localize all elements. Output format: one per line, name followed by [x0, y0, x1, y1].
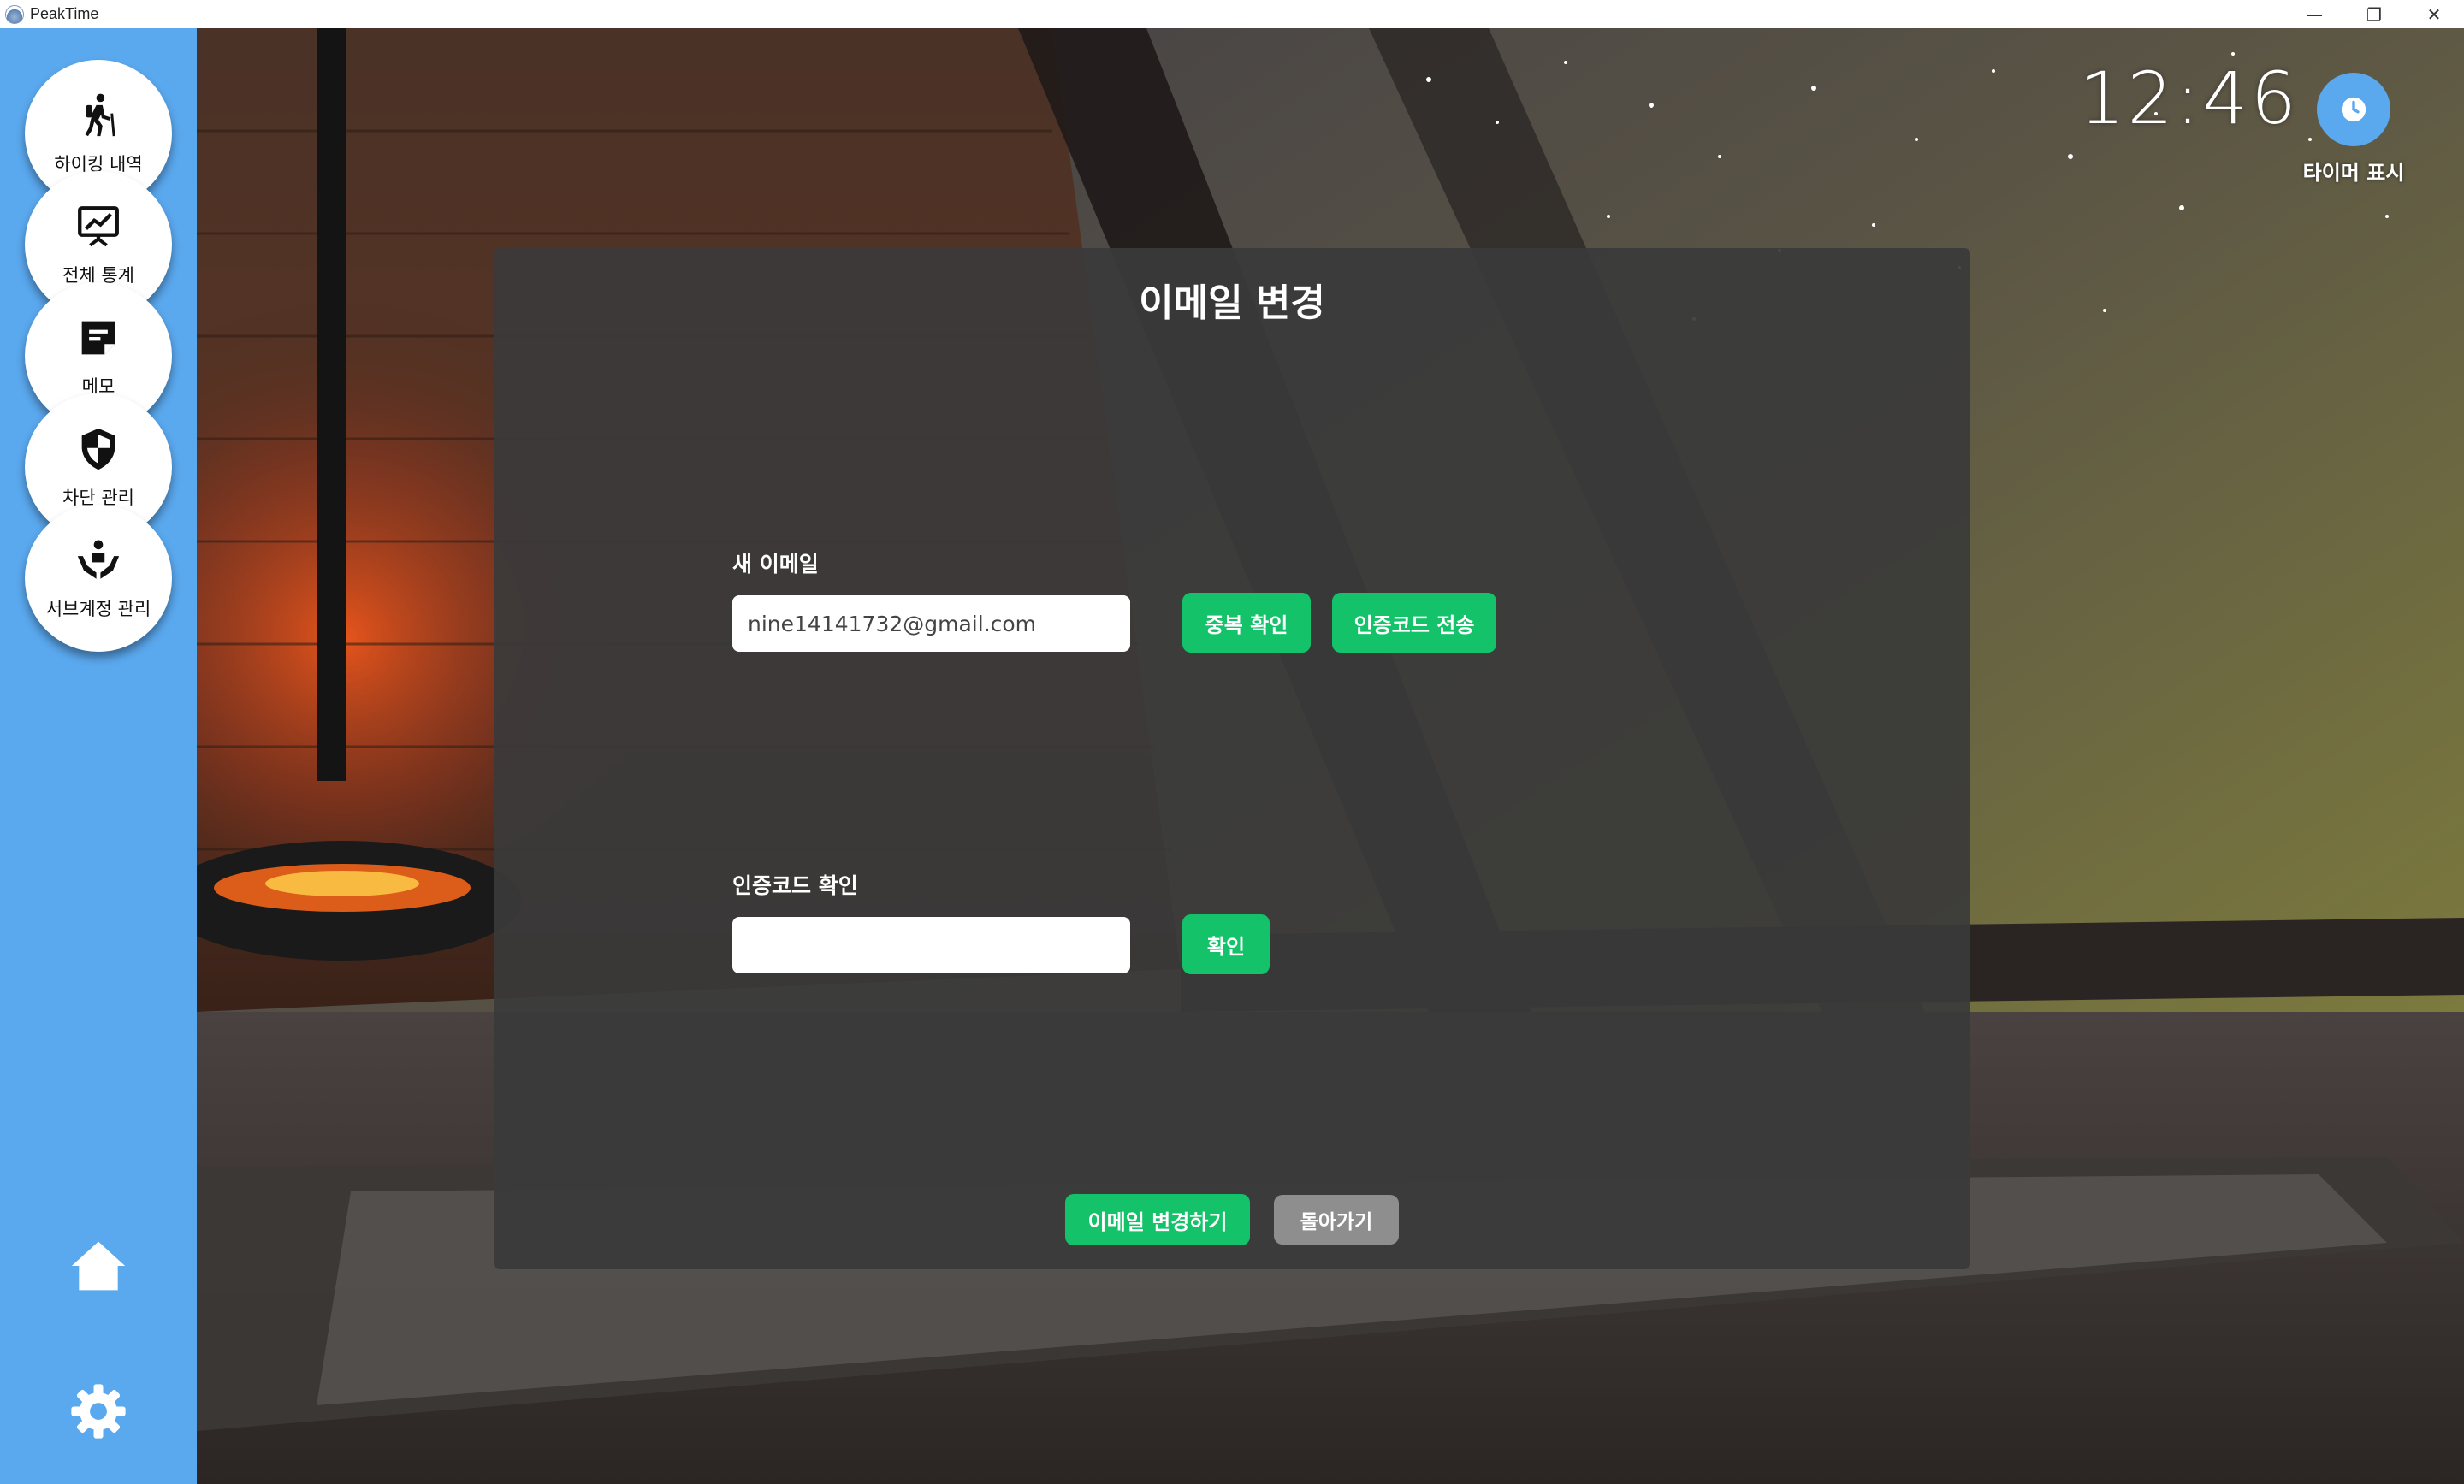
sidebar-item-sub-account[interactable]: 서브계정 관리 [25, 505, 172, 652]
sidebar-item-label: 서브계정 관리 [45, 599, 151, 619]
current-time: 12:46 [2079, 56, 2300, 140]
gear-icon [71, 1384, 126, 1439]
confirm-code-button[interactable]: 확인 [1182, 914, 1270, 974]
window-titlebar: PeakTime — ❐ ✕ [0, 0, 2464, 29]
verify-code-label: 인증코드 확인 [732, 873, 858, 898]
duplicate-check-button[interactable]: 중복 확인 [1182, 593, 1311, 653]
back-button[interactable]: 돌아가기 [1274, 1195, 1399, 1245]
verify-code-input[interactable] [732, 917, 1130, 973]
close-button[interactable]: ✕ [2404, 0, 2464, 28]
home-button[interactable] [64, 1232, 133, 1300]
new-email-label: 새 이메일 [732, 552, 819, 576]
dialog-title: 이메일 변경 [1139, 281, 1325, 325]
app-logo-icon [5, 4, 24, 24]
hiking-icon [85, 93, 116, 137]
settings-button[interactable] [64, 1377, 133, 1446]
window-title: PeakTime [30, 5, 99, 22]
window-controls: — ❐ ✕ [2284, 0, 2464, 28]
clock-icon [2341, 97, 2366, 122]
memo-icon [81, 321, 116, 355]
timer-toggle-button[interactable] [2317, 73, 2390, 146]
restore-button[interactable]: ❐ [2344, 0, 2404, 28]
sidebar: 하이킹 내역 전체 통계 메모 차단 관리 서브계정 관리 [0, 28, 197, 1484]
shield-icon [81, 428, 116, 470]
home-icon [71, 1241, 126, 1291]
statistics-board-icon [78, 206, 119, 247]
sub-account-hands-icon [77, 540, 120, 579]
send-code-button[interactable]: 인증코드 전송 [1332, 593, 1496, 653]
change-email-dialog: 이메일 변경 새 이메일 nine14141732@gmail.com 중복 확… [494, 248, 1970, 1269]
new-email-input[interactable]: nine14141732@gmail.com [732, 595, 1130, 652]
minimize-button[interactable]: — [2284, 0, 2344, 28]
submit-email-change-button[interactable]: 이메일 변경하기 [1065, 1194, 1250, 1245]
timer-toggle-label: 타이머 표시 [2302, 161, 2405, 185]
